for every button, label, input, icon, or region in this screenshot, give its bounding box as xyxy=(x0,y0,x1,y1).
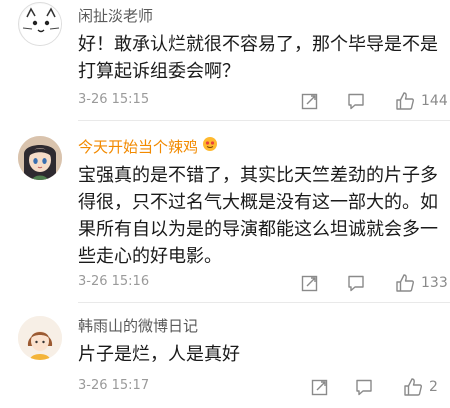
thumbs-up-icon xyxy=(396,274,414,292)
user-avatar[interactable] xyxy=(18,2,62,46)
comment-icon[interactable] xyxy=(354,376,374,398)
comment-username[interactable]: 韩雨山的微博日记 xyxy=(78,316,198,336)
comment-meta: 3-26 15:15 144 xyxy=(78,90,450,112)
like-button[interactable]: 133 xyxy=(394,272,448,294)
comment-text: 宝强真的是不错了，其实比天竺差劲的片子多得很，只不过名气大概是没有这一部大的。如… xyxy=(78,165,438,267)
thumbs-up-icon xyxy=(404,378,422,396)
like-button[interactable]: 2 xyxy=(402,376,438,398)
repost-icon[interactable] xyxy=(300,90,320,112)
comment-meta: 3-26 15:16 133 xyxy=(78,272,450,294)
repost-icon[interactable] xyxy=(300,272,320,294)
cat-avatar-icon xyxy=(20,4,61,45)
comment-item: 闲扯淡老师 好！敢承认烂就很不容易了，那个毕导是不是打算起诉组委会啊？ 3-26… xyxy=(0,0,450,118)
user-avatar[interactable] xyxy=(18,136,62,180)
comment-time: 3-26 15:17 xyxy=(78,378,150,393)
comment-time: 3-26 15:16 xyxy=(78,274,150,289)
thumbs-up-icon xyxy=(396,92,414,110)
user-avatar[interactable] xyxy=(18,316,62,360)
comment-item: 今天开始当个辣鸡 宝强真的是不错了，其实比天竺差劲的片子多得很，只不过名气大概是… xyxy=(0,120,450,300)
username-text: 今天开始当个辣鸡 xyxy=(78,137,199,156)
anime-girl-avatar-icon xyxy=(18,136,62,180)
comment-text: 片子是烂，人是真好 xyxy=(78,344,240,365)
comment-username[interactable]: 闲扯淡老师 xyxy=(78,6,153,26)
emoji-icon xyxy=(202,136,218,157)
comment-text: 好！敢承认烂就很不容易了，那个毕导是不是打算起诉组委会啊？ xyxy=(78,34,438,82)
repost-icon[interactable] xyxy=(310,376,330,398)
comment-item: 韩雨山的微博日记 片子是烂，人是真好 3-26 15:17 2 xyxy=(0,302,450,408)
comment-meta: 3-26 15:17 2 xyxy=(78,376,450,398)
cartoon-girl-avatar-icon xyxy=(18,316,62,360)
comment-icon[interactable] xyxy=(346,272,366,294)
comment-time: 3-26 15:15 xyxy=(78,92,150,107)
comment-username[interactable]: 今天开始当个辣鸡 xyxy=(78,136,218,157)
like-count: 144 xyxy=(421,93,448,109)
like-count: 133 xyxy=(421,275,448,291)
like-button[interactable]: 144 xyxy=(394,90,448,112)
like-count: 2 xyxy=(429,379,438,395)
comment-icon[interactable] xyxy=(346,90,366,112)
